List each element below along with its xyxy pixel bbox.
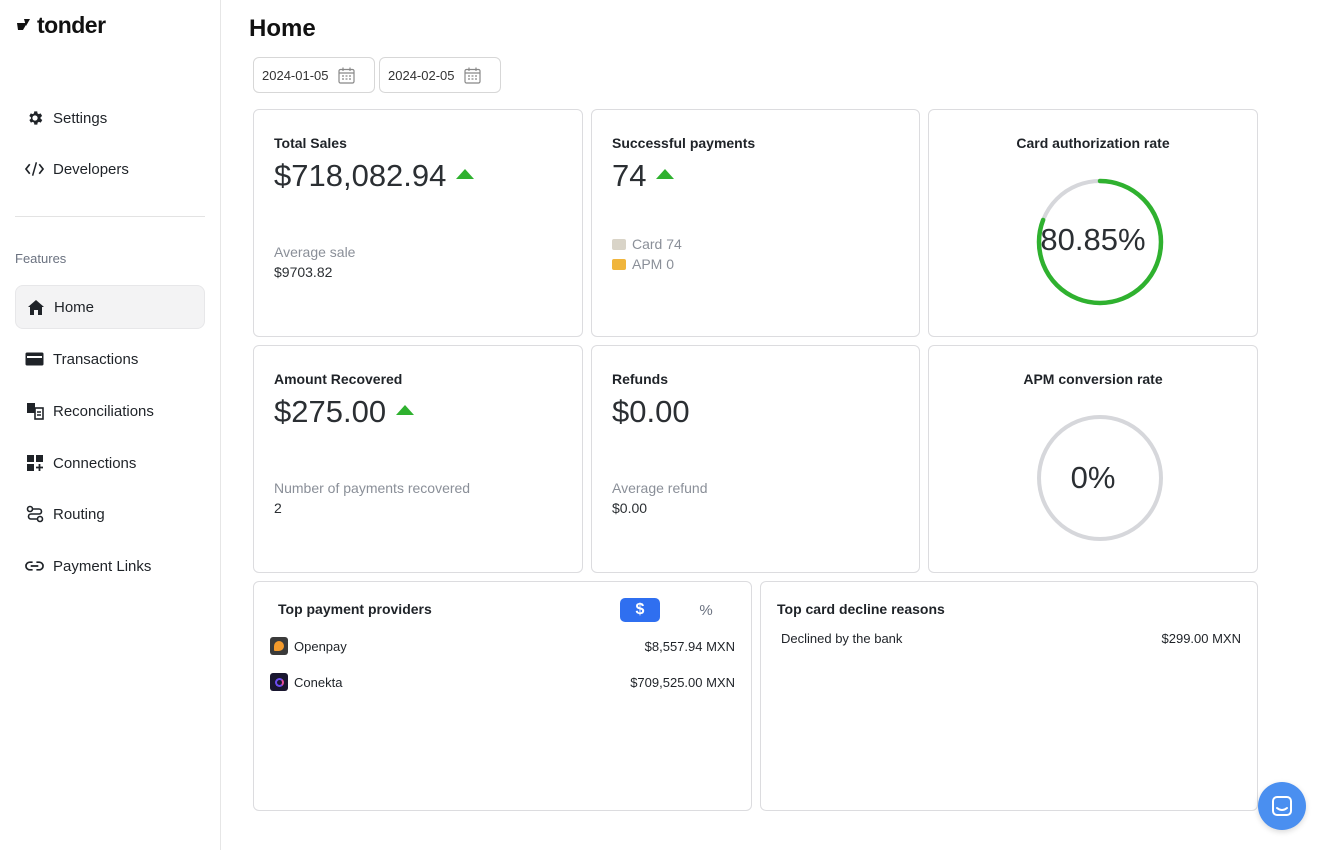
average-sale-label: Average sale: [274, 244, 356, 260]
auth-rate-value: 80.85%: [1040, 222, 1146, 257]
tonder-logo[interactable]: tonder: [15, 12, 106, 39]
provider-row: Openpay $8,557.94 MXN: [270, 635, 735, 657]
provider-name: Conekta: [294, 674, 343, 690]
card-payments-row: Card 74: [612, 236, 682, 252]
sidebar-divider: [15, 216, 205, 217]
decline-reason: Declined by the bank: [781, 631, 903, 646]
card-title: Top payment providers: [278, 601, 432, 617]
wallet-icon: [612, 258, 626, 270]
total-sales-card: Total Sales $718,082.94 Average sale $97…: [253, 109, 583, 337]
refunds-card: Refunds $0.00 Average refund $0.00: [591, 345, 920, 573]
sidebar-item-label: Reconciliations: [53, 402, 154, 420]
sidebar-item-transactions[interactable]: Transactions: [15, 338, 205, 380]
top-providers-card: Top payment providers $ % Openpay $8,557…: [253, 581, 752, 811]
sidebar-item-settings[interactable]: Settings: [15, 97, 205, 139]
card-title: Successful payments: [612, 135, 756, 151]
decline-row: Declined by the bank $299.00 MXN: [781, 631, 1241, 646]
average-refund-label: Average refund: [612, 480, 708, 496]
sidebar-item-payment-links[interactable]: Payment Links: [15, 545, 205, 587]
trend-up-icon: [456, 169, 475, 179]
card-title: Card authorization rate: [1016, 135, 1170, 151]
chat-icon: [1272, 796, 1292, 816]
apm-conversion-value: 0%: [1070, 460, 1116, 495]
reconcile-icon: [25, 402, 44, 421]
metric-value: 74: [612, 158, 647, 193]
refunds-value: $0.00: [612, 394, 690, 430]
decline-reasons-card: Top card decline reasons Declined by the…: [760, 581, 1258, 811]
card-title: Refunds: [612, 371, 668, 387]
start-date-value: 2024-01-05: [262, 67, 329, 83]
routing-icon: [25, 505, 44, 524]
trend-up-icon: [396, 405, 415, 415]
trend-up-icon: [656, 169, 675, 179]
payments-recovered-value: 2: [274, 500, 282, 516]
card-payments-text: Card 74: [632, 236, 682, 252]
sidebar-item-label: Developers: [53, 160, 129, 178]
sidebar-item-connections[interactable]: Connections: [15, 442, 205, 484]
apm-conversion-card: APM conversion rate 0%: [928, 345, 1258, 573]
card-title: APM conversion rate: [1023, 371, 1163, 387]
card-title: Total Sales: [274, 135, 347, 151]
sidebar-item-label: Routing: [53, 505, 105, 523]
openpay-logo-icon: [270, 637, 288, 655]
end-date-field[interactable]: 2024-02-05: [379, 57, 501, 93]
metric-value: $0.00: [612, 394, 690, 429]
calendar-icon[interactable]: [338, 67, 355, 84]
provider-name: Openpay: [294, 638, 347, 654]
sidebar: tonder Settings Developers Features Home…: [0, 0, 221, 850]
app-name: tonder: [37, 12, 106, 38]
gear-icon: [25, 109, 44, 128]
provider-amount: $709,525.00 MXN: [630, 674, 735, 690]
tonder-logo-icon: [17, 18, 30, 30]
sidebar-section-label: Features: [15, 251, 67, 266]
page-title: Home: [249, 15, 316, 42]
metric-value: $275.00: [274, 394, 387, 429]
provider-row: Conekta $709,525.00 MXN: [270, 671, 735, 693]
amount-recovered-value: $275.00: [274, 394, 415, 430]
start-date-field[interactable]: 2024-01-05: [253, 57, 375, 93]
sidebar-item-routing[interactable]: Routing: [15, 493, 205, 535]
amount-recovered-card: Amount Recovered $275.00 Number of payme…: [253, 345, 583, 573]
payments-recovered-label: Number of payments recovered: [274, 480, 471, 496]
end-date-value: 2024-02-05: [388, 67, 455, 83]
percent-toggle-button[interactable]: %: [686, 598, 726, 622]
sidebar-item-home[interactable]: Home: [15, 285, 205, 329]
chat-launcher-button[interactable]: [1258, 782, 1306, 830]
average-sale-value: $9703.82: [274, 264, 333, 280]
link-icon: [25, 557, 44, 576]
sidebar-item-developers[interactable]: Developers: [15, 148, 205, 190]
card-icon: [612, 238, 626, 250]
provider-amount: $8,557.94 MXN: [644, 638, 735, 654]
sidebar-item-label: Home: [54, 298, 95, 316]
calendar-icon[interactable]: [464, 67, 481, 84]
sidebar-item-reconciliations[interactable]: Reconciliations: [15, 390, 205, 432]
apm-payments-text: APM 0: [632, 256, 675, 272]
average-refund-value: $0.00: [612, 500, 648, 516]
decline-amount: $299.00 MXN: [1161, 631, 1242, 646]
currency-toggle-button[interactable]: $: [620, 598, 660, 622]
metric-value: $718,082.94: [274, 158, 447, 193]
conekta-logo-icon: [270, 673, 288, 691]
home-icon: [26, 298, 45, 317]
successful-payments-card: Successful payments 74 Card 74 APM 0: [591, 109, 920, 337]
card-auth-rate-card: Card authorization rate 80.85%: [928, 109, 1258, 337]
card-title: Top card decline reasons: [777, 601, 945, 617]
sidebar-item-label: Transactions: [53, 350, 139, 368]
card-icon: [25, 350, 44, 369]
card-title: Amount Recovered: [274, 371, 403, 387]
apm-payments-row: APM 0: [612, 256, 674, 272]
sidebar-item-label: Settings: [53, 109, 108, 127]
code-icon: [25, 160, 44, 179]
connections-icon: [25, 454, 44, 473]
successful-payments-value: 74: [612, 158, 675, 194]
sidebar-item-label: Connections: [53, 454, 137, 472]
sidebar-item-label: Payment Links: [53, 557, 152, 575]
total-sales-value: $718,082.94: [274, 158, 475, 194]
